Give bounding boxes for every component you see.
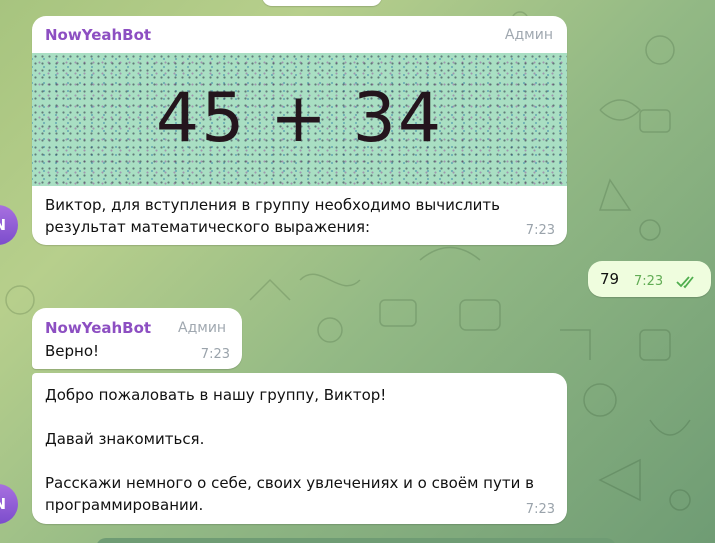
sender-name[interactable]: NowYeahBot <box>45 319 151 337</box>
admin-badge: Админ <box>504 27 553 43</box>
welcome-line: программировании. <box>45 496 204 514</box>
avatar[interactable]: N <box>0 205 18 245</box>
double-check-icon <box>676 274 698 293</box>
captcha-expression: 45 + 34 <box>155 79 444 158</box>
next-message-edge <box>96 538 616 543</box>
admin-badge: Админ <box>178 320 227 336</box>
message-time: 7:23 <box>200 347 230 362</box>
captcha-image[interactable]: 45 + 34 <box>32 53 567 186</box>
welcome-line: Добро пожаловать в нашу группу, Виктор! <box>45 386 387 404</box>
welcome-line: Расскажи немного о себе, своих увлечения… <box>45 474 534 492</box>
outgoing-message: 79 7:23 <box>588 261 711 297</box>
avatar[interactable]: N <box>0 484 18 524</box>
message-time: 7:23 <box>525 223 555 238</box>
message-time: 7:23 <box>634 274 664 289</box>
message-text: Виктор, для вступления в группу необходи… <box>45 194 545 238</box>
message-text: Верно! <box>45 342 100 360</box>
welcome-line: Давай знакомиться. <box>45 430 205 448</box>
previous-message-edge <box>262 0 382 6</box>
sender-name[interactable]: NowYeahBot <box>45 26 151 44</box>
message-text: 79 <box>600 270 620 288</box>
message-text-line: результат математического выражения: <box>45 218 371 236</box>
bot-message: NowYeahBot Админ Верно! 7:23 <box>32 308 242 369</box>
message-time: 7:23 <box>525 502 555 517</box>
welcome-message: Добро пожаловать в нашу группу, Виктор! … <box>32 373 567 524</box>
message-text-line: Виктор, для вступления в группу необходи… <box>45 196 500 214</box>
